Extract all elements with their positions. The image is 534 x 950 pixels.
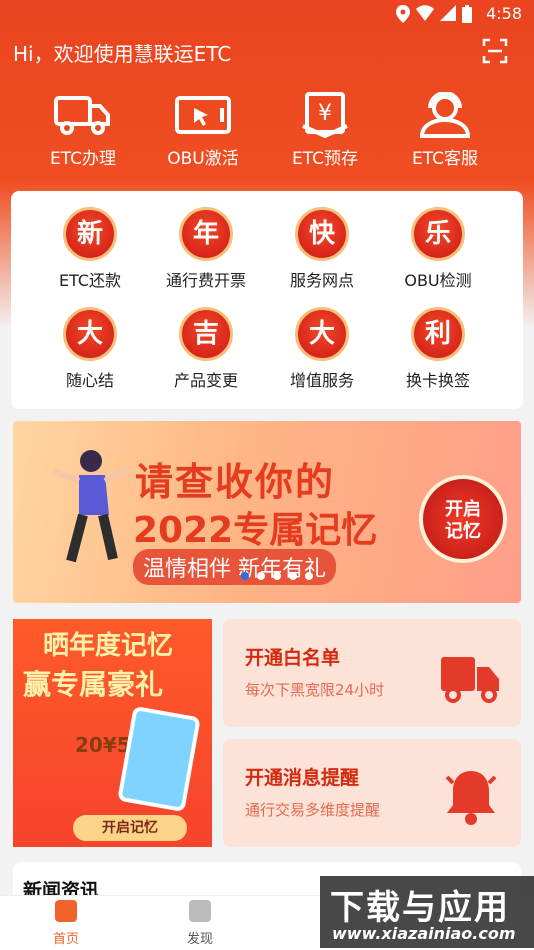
service-title: 开通白名单 [245,647,341,669]
etc-service-button[interactable]: ETC客服 [390,92,500,169]
phone-illustration [117,705,201,813]
etc-prestore-button[interactable]: ¥ ETC预存 [270,92,380,169]
grid-item-value-added[interactable]: 大 增值服务 [267,307,377,391]
grid-label: OBU检测 [404,271,472,290]
grid-label: 换卡换签 [405,371,470,390]
location-icon [396,5,410,23]
bell-icon [445,771,497,825]
grid-badge: 大 [63,307,117,361]
annual-memory-promo[interactable]: 晒年度记忆 赢专属豪礼 20¥50 开启记忆 [13,619,212,847]
watermark-title: 下载与应用 [330,888,510,928]
pagination-dot[interactable] [273,572,281,580]
promo-title: 晒年度记忆 [43,631,174,661]
banner-subtitle: 2022专属记忆 [133,510,378,551]
status-icons [396,5,472,23]
truck-icon [441,657,499,703]
service-grid: 新 ETC还款 年 通行费开票 快 服务网点 乐 OBU检测 大 随心结 吉 产… [11,191,523,409]
grid-label: 随心结 [65,371,114,390]
pagination-dot[interactable] [241,572,249,580]
tab-home[interactable]: 首页 [36,900,96,947]
discover-icon [189,900,211,922]
grid-item-flexible-settle[interactable]: 大 随心结 [35,307,145,391]
grid-item-etc-repay[interactable]: 新 ETC还款 [35,207,145,291]
greeting-text: Hi，欢迎使用慧联运ETC [13,42,232,66]
banner-open-label: 开启 记忆 [445,499,481,542]
banner-title: 请查收你的 [135,460,336,504]
grid-badge: 大 [295,307,349,361]
promo-open-button[interactable]: 开启记忆 [73,815,187,841]
grid-label: 通行费开票 [165,271,246,290]
banner-pagination [241,572,313,580]
top-actions: ETC办理 OBU激活 ¥ ETC预存 ETC客服 [0,92,534,172]
pagination-dot[interactable] [305,572,313,580]
dancing-person-illustration [51,450,129,563]
whitelist-card[interactable]: 开通白名单 每次下黑宽限24小时 [223,619,521,727]
wifi-icon [416,5,434,21]
grid-label: 产品变更 [173,371,238,390]
grid-badge: 快 [295,207,349,261]
tab-discover[interactable]: 发现 [170,900,230,947]
grid-item-obu-check[interactable]: 乐 OBU检测 [383,207,493,291]
customer-service-icon [419,92,471,138]
grid-item-product-change[interactable]: 吉 产品变更 [151,307,261,391]
notification-card[interactable]: 开通消息提醒 通行交易多维度提醒 [223,739,521,847]
grid-badge: 乐 [411,207,465,261]
top-action-label: ETC办理 [50,149,116,169]
watermark-url: www.xiazainiao.com [332,924,516,943]
grid-badge: 利 [411,307,465,361]
service-title: 开通消息提醒 [245,767,360,789]
service-desc: 每次下黑宽限24小时 [245,681,385,699]
scan-icon[interactable] [482,38,508,64]
grid-label: 服务网点 [289,271,354,290]
grid-item-card-replace[interactable]: 利 换卡换签 [383,307,493,391]
grid-item-invoice[interactable]: 年 通行费开票 [151,207,261,291]
grid-badge: 年 [179,207,233,261]
yuan-card-icon: ¥ [302,92,348,138]
promo-banner[interactable]: 请查收你的 2022专属记忆 温情相伴 新年有礼 开启 记忆 [13,421,521,603]
top-action-label: ETC客服 [412,149,478,169]
pagination-dot[interactable] [257,572,265,580]
etc-apply-button[interactable]: ETC办理 [28,92,138,169]
pagination-dot[interactable] [289,572,297,580]
truck-icon [54,96,110,135]
grid-badge: 吉 [179,307,233,361]
grid-badge: 新 [63,207,117,261]
service-desc: 通行交易多维度提醒 [245,801,381,819]
home-icon [55,900,77,922]
grid-label: ETC还款 [58,271,122,290]
top-action-label: OBU激活 [167,149,239,169]
signal-icon [440,5,456,21]
status-bar: 4:58 [0,0,534,28]
top-action-label: ETC预存 [292,149,358,169]
tab-label: 发现 [186,932,213,947]
watermark: 下载与应用 www.xiazainiao.com [320,876,534,948]
svg-text:¥: ¥ [318,101,332,126]
obu-device-icon [175,96,231,134]
tab-label: 首页 [52,932,79,947]
grid-item-service-points[interactable]: 快 服务网点 [267,207,377,291]
grid-label: 增值服务 [289,371,354,390]
status-time: 4:58 [486,4,522,23]
promo-subtitle: 赢专属豪礼 [23,668,164,701]
banner-open-button[interactable]: 开启 记忆 [419,475,507,563]
obu-activate-button[interactable]: OBU激活 [148,92,258,169]
battery-icon [462,5,472,23]
